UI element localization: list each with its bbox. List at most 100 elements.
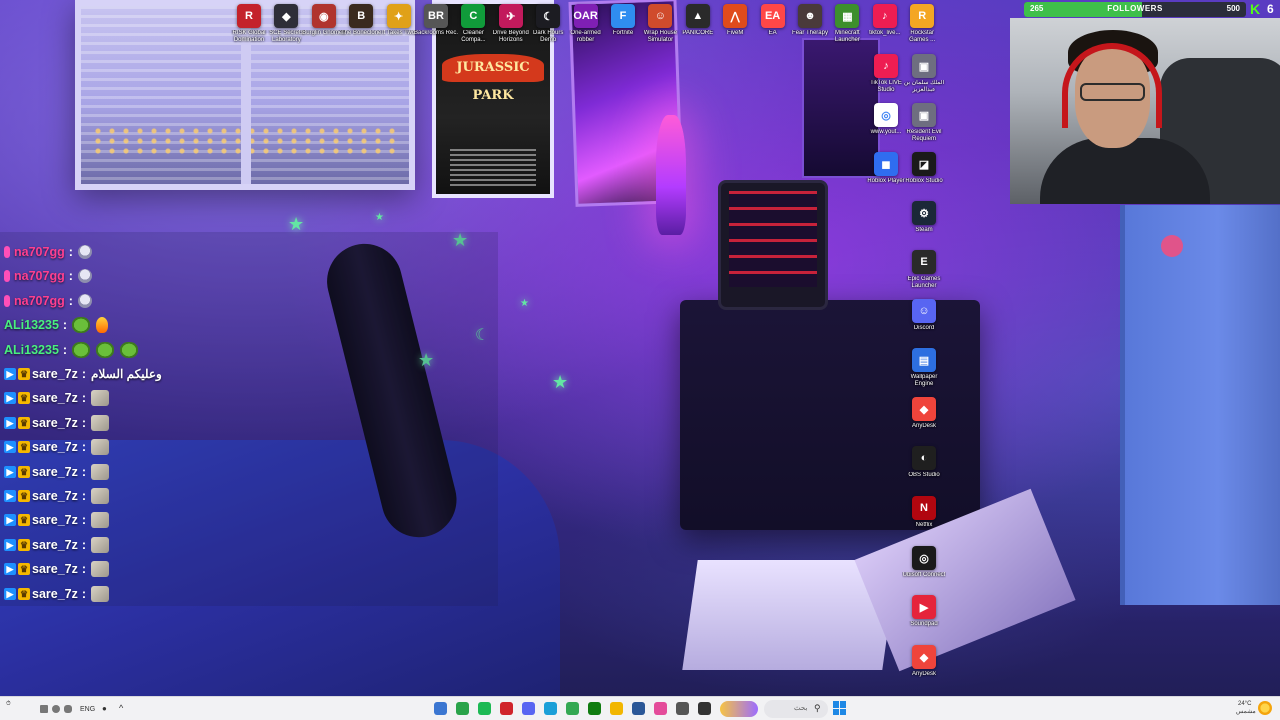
desktop-shortcut[interactable]: ◼ Roblox Player [866, 152, 906, 200]
desktop-shortcut[interactable]: ♪ TikTok LIVE Studio [866, 54, 906, 102]
poster-title: JURASSIC PARK [442, 54, 544, 103]
desktop-shortcut[interactable]: N Netflix [904, 496, 944, 544]
chat-username[interactable]: sare_7z [32, 416, 78, 430]
chat-username[interactable]: sare_7z [32, 367, 78, 381]
chat-message: na707gg: [4, 242, 98, 262]
weather-temperature[interactable]: 24°C [1238, 701, 1251, 708]
desktop-shortcut[interactable]: C Cleaner Compa... [453, 4, 493, 52]
language-indicator[interactable]: ENG [80, 706, 95, 713]
desktop-shortcut[interactable]: E Epic Games Launcher [904, 250, 944, 298]
gray-emote-icon [91, 561, 110, 578]
search-box[interactable]: بحث ⚲ [764, 700, 828, 718]
chat-username[interactable]: sare_7z [32, 562, 78, 576]
notepad-icon[interactable] [698, 702, 711, 715]
desktop-shortcut[interactable]: ☾ Dark Hours Demo [528, 4, 568, 52]
chat-separator: : [68, 245, 73, 259]
chat-message: na707gg: [4, 291, 98, 311]
one-armed-robber-icon: OAR [573, 4, 598, 28]
drive-beyond-icon: ✈ [498, 4, 523, 28]
desktop-shortcut-label: OBS Studio [908, 472, 940, 478]
desktop-shortcut[interactable]: ⚙ Steam [904, 201, 944, 249]
desktop-shortcut[interactable]: R Rockstar Games ... [902, 4, 942, 52]
mic-tray-icon[interactable]: ● [102, 704, 107, 713]
soundpad-icon: ▶ [912, 595, 936, 619]
chat-username[interactable]: sare_7z [32, 538, 78, 552]
chrome-taskbar-icon[interactable] [566, 702, 579, 715]
desktop-shortcut[interactable]: ☺ Wrap House Simulator [640, 4, 680, 52]
chat-username[interactable]: na707gg [14, 269, 65, 283]
desktop-shortcut[interactable]: ⋀ FiveM [715, 4, 755, 52]
desktop-shortcut-label: Wallpaper Engine [910, 374, 938, 387]
mic-badge-icon [4, 294, 10, 307]
fear-therapy-icon: ☻ [798, 4, 822, 28]
weather-text[interactable]: مشمس [1236, 709, 1256, 716]
chat-username[interactable]: ALi13235 [4, 318, 59, 332]
desktop-shortcut[interactable]: ◆ SCE Secrets Laboratory [266, 4, 306, 52]
photos-icon[interactable] [654, 702, 667, 715]
search-highlight-badge[interactable] [720, 701, 758, 717]
arrow-app-icon[interactable] [434, 702, 447, 715]
desktop-shortcut[interactable]: ☺ Discord [904, 299, 944, 347]
steam-icon: ⚙ [912, 201, 936, 225]
desktop-shortcut[interactable]: ◆ AnyDesk [904, 397, 944, 445]
chat-username[interactable]: sare_7z [32, 489, 78, 503]
desktop-shortcut[interactable]: ▣ الملك سلمان بن عبدالعزيز [904, 54, 944, 102]
desktop-shortcut[interactable]: ✈ Drive Beyond Horizons [491, 4, 531, 52]
chat-username[interactable]: na707gg [14, 294, 65, 308]
crown-badge-icon: ♛ [18, 538, 30, 551]
battery-icon[interactable] [40, 705, 48, 713]
chat-username[interactable]: sare_7z [32, 391, 78, 405]
edge-icon[interactable] [544, 702, 557, 715]
desktop-shortcut[interactable]: R RISK Global Domination [229, 4, 269, 52]
image-file-icon: ▣ [912, 54, 936, 78]
chat-username[interactable]: sare_7z [32, 440, 78, 454]
desktop-shortcut-label: AnyDesk [911, 671, 936, 677]
desktop-shortcut[interactable]: ✦ It Takes Two [379, 4, 419, 52]
frog-emote-icon [72, 341, 91, 358]
spotify-icon[interactable] [478, 702, 491, 715]
network-icon[interactable] [64, 705, 72, 713]
desktop-shortcut[interactable]: ◪ Roblox Studio [904, 152, 944, 200]
desktop-shortcut[interactable]: ◎ Ubisoft Connect [903, 546, 945, 594]
word-icon[interactable] [632, 702, 645, 715]
capture-icon[interactable] [676, 702, 689, 715]
desktop-shortcut[interactable]: EA EA [753, 4, 793, 52]
sun-weather-icon[interactable] [1258, 701, 1272, 715]
chevron-up-icon[interactable]: ^ [119, 703, 123, 713]
taskbar: ⏱ ENG ● ^ بحث ⚲ 24°C مشمس [0, 696, 1280, 720]
discord-taskbar-icon[interactable] [522, 702, 535, 715]
terminal-app-icon[interactable] [456, 702, 469, 715]
desktop-shortcut[interactable]: ▲ PANICORE [678, 4, 718, 52]
chat-username[interactable]: sare_7z [32, 587, 78, 601]
chat-username[interactable]: sare_7z [32, 465, 78, 479]
desktop-shortcut[interactable]: B The Boneclone [341, 4, 381, 52]
tray-clock[interactable]: ⏱ [6, 701, 11, 708]
desktop-shortcut[interactable]: ◎ www.yout... [866, 103, 906, 151]
desktop-shortcut[interactable]: ◉ Burglin Gnomes [302, 4, 345, 52]
chat-message: ▶ ♛ sare_7z: [4, 584, 115, 604]
desktop-shortcut[interactable]: ♪ tiktok_live... [865, 4, 905, 52]
chat-username[interactable]: sare_7z [32, 513, 78, 527]
record-app-icon[interactable] [500, 702, 513, 715]
chat-username[interactable]: ALi13235 [4, 343, 59, 357]
gray-emote-icon [91, 512, 110, 529]
desktop-shortcut[interactable]: F Fortnite [603, 4, 643, 52]
desktop-shortcut[interactable]: OAR One-armed robber [566, 4, 606, 52]
desktop-shortcut[interactable]: ▶ Soundpad [904, 595, 944, 643]
desktop-shortcut[interactable]: BR Backrooms Rec. [414, 4, 458, 52]
desktop-shortcut[interactable]: ◐ OBS Studio [904, 446, 944, 494]
chat-username[interactable]: na707gg [14, 245, 65, 259]
desktop-shortcut[interactable]: ▦ Minecraft Launcher [827, 4, 867, 52]
volume-icon[interactable] [52, 705, 60, 713]
gray-emote-icon [91, 414, 110, 431]
gray-emote-icon [91, 488, 110, 504]
desktop-shortcut[interactable]: ◆ AnyDesk [904, 645, 944, 693]
desktop-shortcut[interactable]: ▣ Resident Evil Requiem [904, 103, 944, 151]
desktop-shortcut[interactable]: ▤ Wallpaper Engine [904, 348, 944, 396]
desktop-shortcut[interactable]: ☻ Fear Therapy [790, 4, 830, 52]
start-button[interactable] [833, 701, 847, 715]
mic-badge-icon [4, 270, 10, 283]
anydesk-icon: ◆ [912, 397, 936, 421]
xbox-icon[interactable] [588, 702, 601, 715]
explorer-icon[interactable] [610, 702, 623, 715]
